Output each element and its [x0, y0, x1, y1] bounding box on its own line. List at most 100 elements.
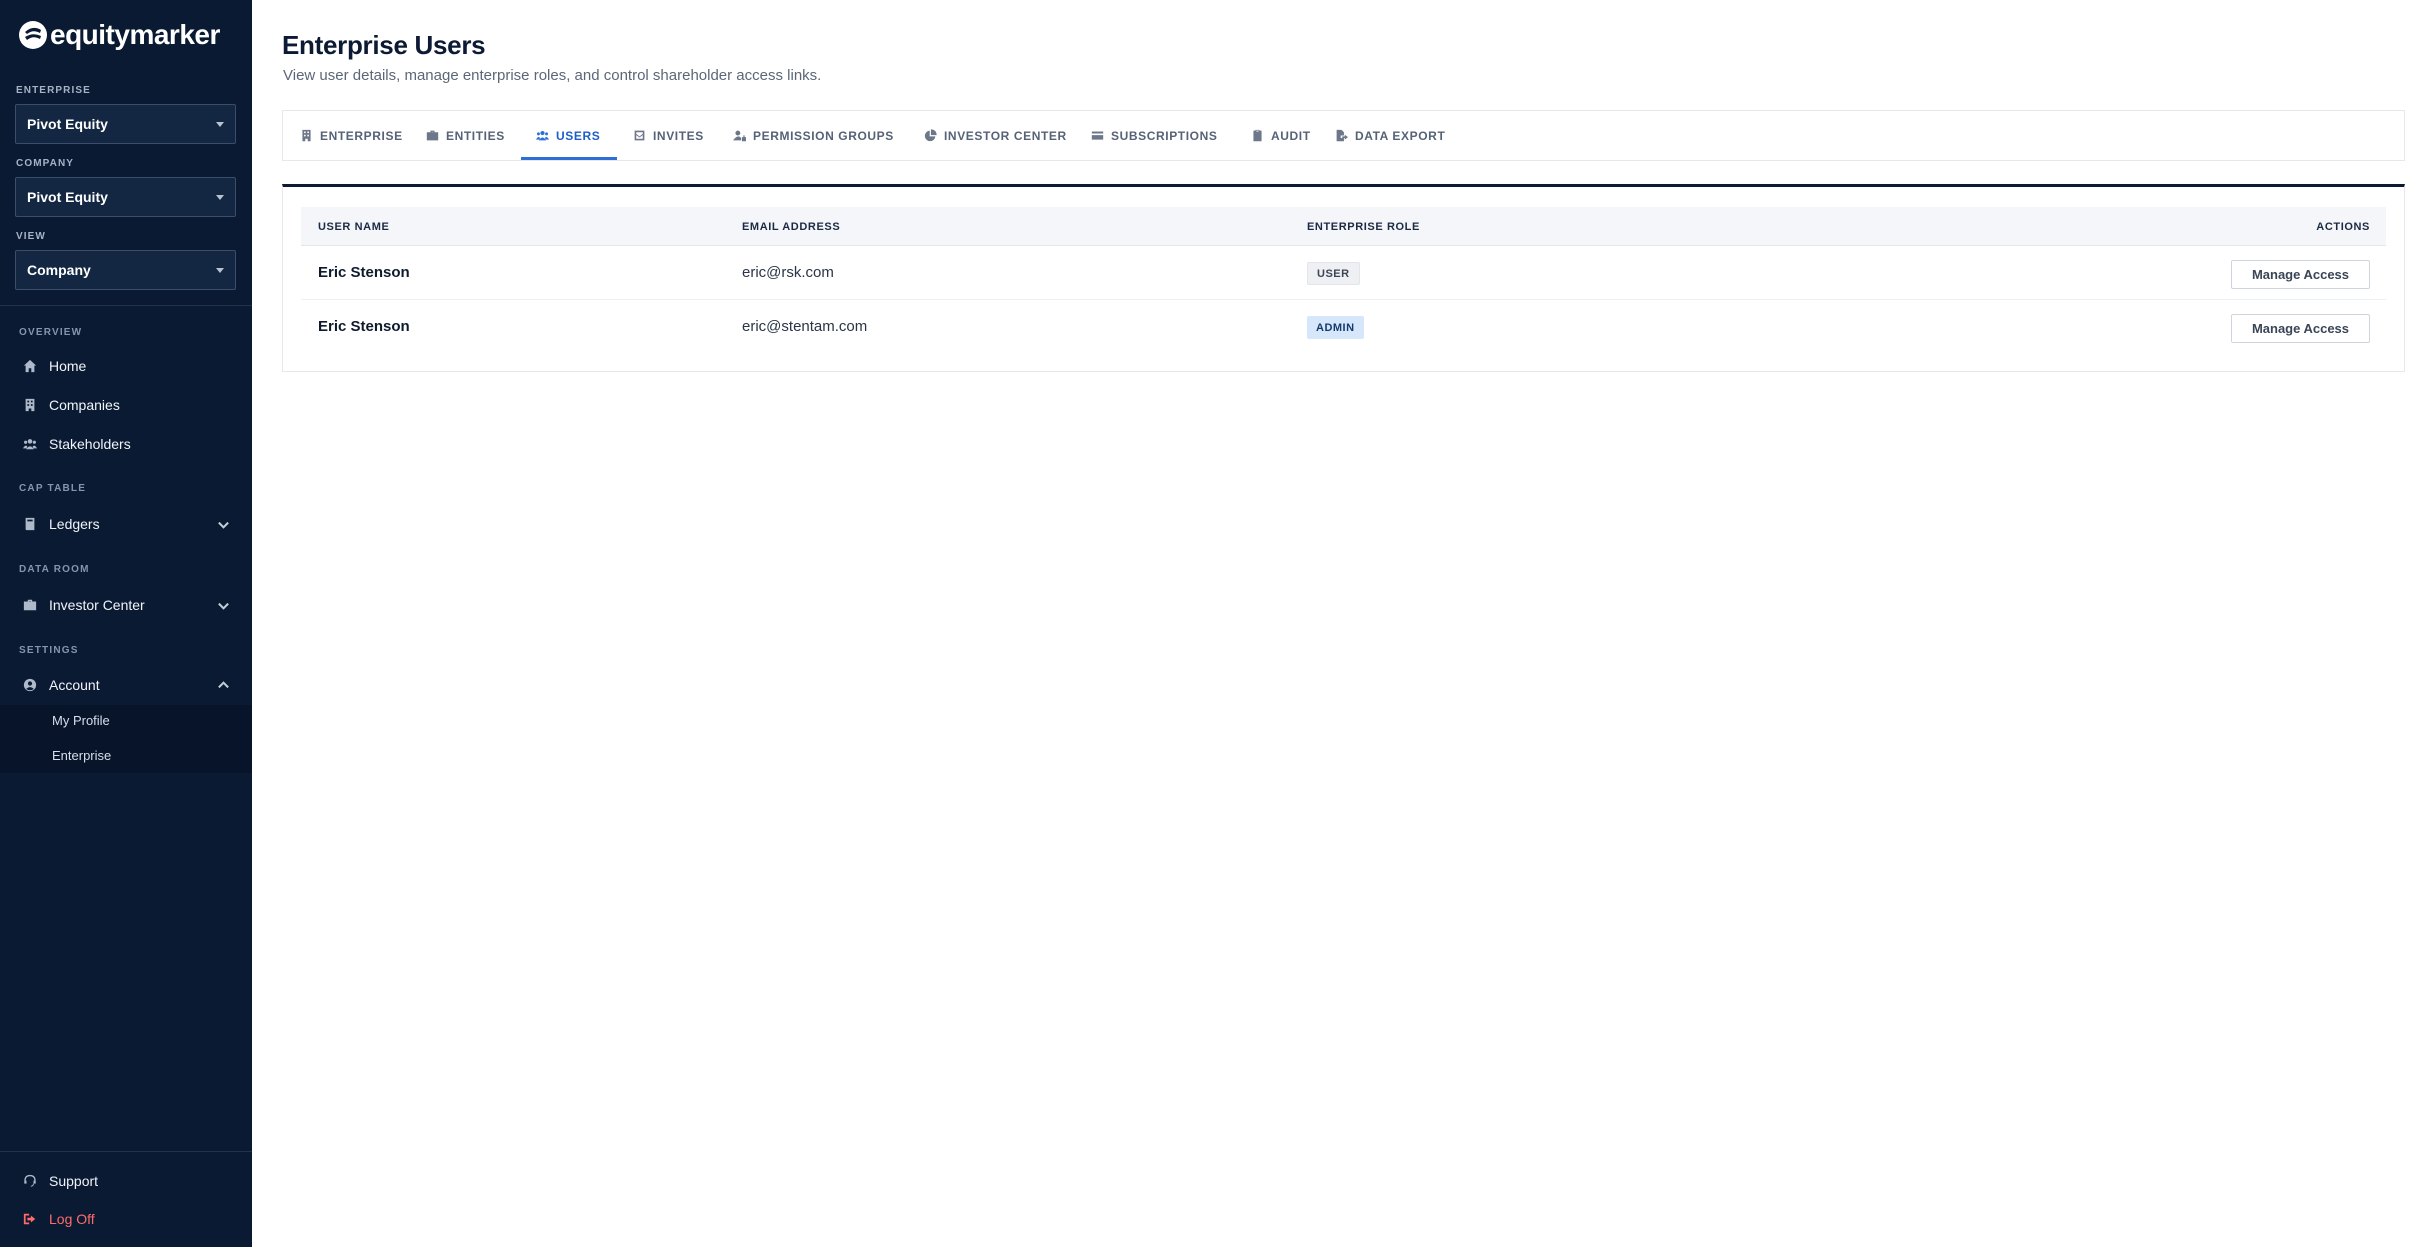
users-icon [536, 130, 549, 141]
file-export-icon [1336, 129, 1348, 142]
tab-label: INVITES [653, 128, 704, 143]
chevron-up-icon [217, 679, 230, 695]
sidebar-item-label: Support [49, 1173, 99, 1189]
manage-access-button[interactable]: Manage Access [2231, 314, 2370, 343]
tab-label: SUBSCRIPTIONS [1111, 128, 1218, 143]
sidebar: equitymarker ENTERPRISE Pivot Equity COM… [0, 0, 252, 1247]
page-subtitle: View user details, manage enterprise rol… [283, 67, 822, 84]
table-row: Eric Stenson eric@stentam.com ADMIN Mana… [301, 301, 2386, 354]
sidebar-item-stakeholders[interactable]: Stakeholders [0, 427, 252, 461]
headset-icon [23, 1174, 37, 1188]
enterprise-select-value: Pivot Equity [27, 116, 108, 132]
column-header-actions: ACTIONS [2316, 221, 2370, 233]
users-table-card: USER NAME EMAIL ADDRESS ENTERPRISE ROLE … [282, 184, 2405, 372]
sidebar-item-support[interactable]: Support [0, 1164, 252, 1198]
chevron-down-icon [217, 599, 230, 615]
active-tab-indicator [521, 157, 617, 160]
tab-label: ENTERPRISE [320, 128, 403, 143]
user-email: eric@stentam.com [742, 318, 868, 335]
sidebar-subitem-my-profile[interactable]: My Profile [52, 713, 110, 728]
role-badge: USER [1307, 262, 1360, 285]
view-select[interactable]: Company [15, 250, 236, 290]
sidebar-item-label: Home [49, 358, 87, 374]
user-circle-icon [23, 678, 37, 692]
brand-logo[interactable]: equitymarker [18, 17, 220, 53]
user-name: Eric Stenson [318, 318, 410, 335]
tab-label: AUDIT [1271, 128, 1311, 143]
tab-label: PERMISSION GROUPS [753, 128, 894, 143]
home-icon [23, 359, 37, 373]
manage-access-button[interactable]: Manage Access [2231, 260, 2370, 289]
tab-label: USERS [556, 128, 601, 143]
users-icon [23, 437, 37, 451]
tab-subscriptions[interactable]: SUBSCRIPTIONS [1091, 111, 1217, 160]
sidebar-item-ledgers[interactable]: Ledgers [0, 507, 252, 541]
tab-invites[interactable]: INVITES [633, 111, 704, 160]
sidebar-item-label: Ledgers [49, 516, 100, 532]
tab-label: DATA EXPORT [1355, 128, 1446, 143]
tab-label: ENTITIES [446, 128, 505, 143]
role-badge: ADMIN [1307, 316, 1364, 339]
view-select-value: Company [27, 262, 91, 278]
brand-name: equitymarker [50, 19, 220, 50]
building-icon [302, 129, 311, 142]
settings-section-label: SETTINGS [19, 645, 79, 656]
table-row: Eric Stenson eric@rsk.com USER Manage Ac… [301, 247, 2386, 300]
tab-investor-center[interactable]: INVESTOR CENTER [924, 111, 1067, 160]
sidebar-item-investor-center[interactable]: Investor Center [0, 588, 252, 622]
enterprise-select-label: ENTERPRISE [16, 85, 91, 96]
sidebar-item-label: Stakeholders [49, 436, 131, 452]
chevron-down-icon [217, 518, 230, 534]
tab-permission-groups[interactable]: PERMISSION GROUPS [733, 111, 894, 160]
building-icon [23, 398, 37, 412]
tab-users[interactable]: USERS [536, 111, 600, 160]
caret-down-icon [216, 268, 224, 273]
book-icon [23, 517, 37, 531]
credit-card-icon [1091, 131, 1104, 140]
envelope-icon [634, 130, 645, 141]
company-select-value: Pivot Equity [27, 189, 108, 205]
sidebar-item-log-off[interactable]: Log Off [0, 1202, 252, 1236]
overview-section-label: OVERVIEW [19, 327, 83, 338]
company-select[interactable]: Pivot Equity [15, 177, 236, 217]
cap-table-section-label: CAP TABLE [19, 483, 87, 494]
column-header-user-name[interactable]: USER NAME [318, 221, 389, 233]
sidebar-item-home[interactable]: Home [0, 349, 252, 383]
sidebar-subitem-enterprise[interactable]: Enterprise [52, 748, 111, 763]
page-title: Enterprise Users [282, 30, 486, 60]
tab-audit[interactable]: AUDIT [1251, 111, 1311, 160]
table-header: USER NAME EMAIL ADDRESS ENTERPRISE ROLE … [301, 207, 2386, 246]
enterprise-select[interactable]: Pivot Equity [15, 104, 236, 144]
tab-label: INVESTOR CENTER [944, 128, 1067, 143]
column-header-role[interactable]: ENTERPRISE ROLE [1307, 221, 1420, 233]
clipboard-icon [1253, 129, 1262, 142]
sidebar-item-label: Account [49, 677, 100, 693]
sidebar-item-account[interactable]: Account [0, 668, 252, 702]
user-lock-icon [733, 130, 746, 142]
tab-enterprise[interactable]: ENTERPRISE [300, 111, 403, 160]
caret-down-icon [216, 195, 224, 200]
logo-icon [19, 21, 47, 49]
tab-entities[interactable]: ENTITIES [426, 111, 505, 160]
pie-chart-icon [924, 129, 937, 142]
column-header-email[interactable]: EMAIL ADDRESS [742, 221, 840, 233]
settings-tabbar: ENTERPRISE ENTITIES USERS INVITES PERMIS… [282, 110, 2405, 161]
view-select-label: VIEW [16, 231, 46, 242]
user-name: Eric Stenson [318, 264, 410, 281]
company-select-label: COMPANY [16, 158, 75, 169]
user-email: eric@rsk.com [742, 264, 834, 281]
tab-data-export[interactable]: DATA EXPORT [1335, 111, 1445, 160]
sign-out-icon [23, 1212, 37, 1226]
main-content: Enterprise Users View user details, mana… [252, 0, 2434, 1247]
briefcase-icon [426, 130, 439, 141]
briefcase-icon [23, 598, 37, 612]
sidebar-item-label: Investor Center [49, 597, 145, 613]
sidebar-item-label: Log Off [49, 1211, 95, 1227]
account-submenu: My Profile Enterprise [0, 705, 252, 773]
sidebar-divider [0, 1151, 252, 1152]
caret-down-icon [216, 122, 224, 127]
sidebar-item-companies[interactable]: Companies [0, 388, 252, 422]
data-room-section-label: DATA ROOM [19, 564, 90, 575]
sidebar-item-label: Companies [49, 397, 120, 413]
sidebar-divider [0, 305, 252, 306]
